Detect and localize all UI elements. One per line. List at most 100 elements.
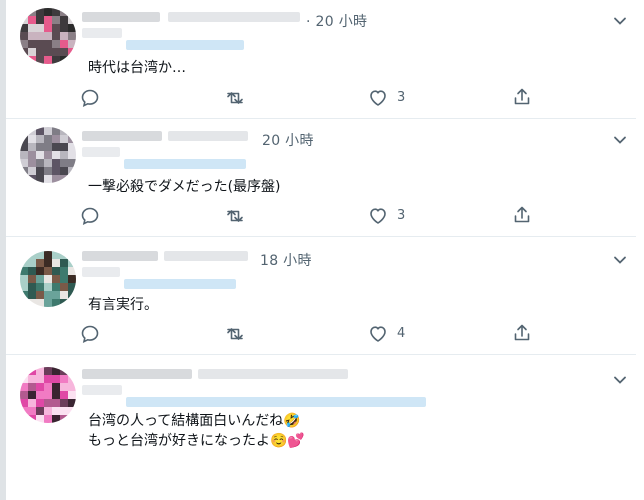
avatar[interactable] bbox=[20, 8, 76, 64]
blurred-reply-to-link bbox=[126, 397, 426, 407]
avatar-pixel bbox=[68, 16, 76, 24]
reply-icon[interactable] bbox=[80, 324, 100, 344]
like-count: 4 bbox=[397, 326, 406, 341]
reply-text: 有言実行。 bbox=[88, 297, 158, 313]
avatar-pixel bbox=[36, 407, 44, 415]
share-icon[interactable] bbox=[512, 323, 532, 343]
avatar-pixel bbox=[36, 283, 44, 291]
avatar-pixel bbox=[44, 167, 52, 175]
avatar-pixel bbox=[20, 24, 28, 32]
avatar-pixel bbox=[36, 415, 44, 423]
avatar-pixel bbox=[68, 32, 76, 40]
blurred-reply-to-label bbox=[82, 28, 122, 38]
avatar-pixel bbox=[28, 275, 36, 283]
avatar-pixel bbox=[60, 383, 68, 391]
reply-card[interactable]: 18 小時 有言実行。 bbox=[6, 237, 640, 354]
avatar-pixel bbox=[60, 283, 68, 291]
reply-card[interactable]: 20 小時 一撃必殺でダメだった(最序盤) bbox=[6, 119, 640, 236]
avatar-pixel bbox=[60, 259, 68, 267]
avatar-pixel bbox=[52, 56, 60, 64]
avatar-pixel bbox=[52, 299, 60, 307]
avatar-pixel bbox=[68, 375, 76, 383]
reply-card[interactable]: 台湾の人って結構面白いんだね🤣 もっと台湾が好きになったよ☺️💕 bbox=[6, 355, 640, 500]
avatar-pixel bbox=[36, 391, 44, 399]
avatar-pixel bbox=[28, 375, 36, 383]
avatar-pixel bbox=[36, 251, 44, 259]
avatar-pixel bbox=[44, 135, 52, 143]
avatar-pixel bbox=[20, 399, 28, 407]
retweet-icon[interactable] bbox=[224, 206, 246, 226]
like-icon[interactable] bbox=[368, 206, 388, 226]
avatar-pixel bbox=[44, 407, 52, 415]
share-icon[interactable] bbox=[512, 87, 532, 107]
blurred-reply-to-label bbox=[82, 147, 120, 157]
avatar-pixel bbox=[20, 259, 28, 267]
avatar-pixel bbox=[36, 267, 44, 275]
avatar-pixel bbox=[20, 375, 28, 383]
avatar-pixel bbox=[68, 275, 76, 283]
avatar-pixel bbox=[44, 159, 52, 167]
avatar-pixel bbox=[52, 32, 60, 40]
avatar-pixel bbox=[44, 283, 52, 291]
reply-card[interactable]: · 20 小時 時代は台湾か… bbox=[6, 0, 640, 118]
chevron-down-icon[interactable] bbox=[613, 133, 627, 147]
avatar-pixel bbox=[68, 399, 76, 407]
avatar-pixel bbox=[68, 383, 76, 391]
chevron-down-icon[interactable] bbox=[613, 373, 627, 387]
reply-icon[interactable] bbox=[80, 88, 100, 108]
timestamp[interactable]: 18 小時 bbox=[260, 250, 312, 270]
avatar[interactable] bbox=[20, 367, 76, 423]
avatar-pixel bbox=[60, 407, 68, 415]
chevron-down-icon[interactable] bbox=[613, 14, 627, 28]
avatar-pixel bbox=[68, 167, 76, 175]
avatar-pixel bbox=[20, 56, 28, 64]
avatar-pixel bbox=[44, 259, 52, 267]
avatar[interactable] bbox=[20, 127, 76, 183]
avatar-pixel bbox=[20, 151, 28, 159]
avatar-pixel bbox=[36, 367, 44, 375]
avatar-pixel bbox=[44, 40, 52, 48]
avatar-pixel bbox=[44, 24, 52, 32]
avatar-pixel bbox=[20, 367, 28, 375]
blurred-display-name bbox=[82, 251, 158, 261]
timestamp[interactable]: 20 小時 bbox=[262, 130, 314, 150]
retweet-icon[interactable] bbox=[224, 88, 246, 108]
avatar-pixel bbox=[28, 40, 36, 48]
avatar-pixel bbox=[52, 16, 60, 24]
avatar-pixel bbox=[20, 299, 28, 307]
avatar-pixel bbox=[20, 48, 28, 56]
avatar-pixel bbox=[60, 167, 68, 175]
like-icon[interactable] bbox=[368, 88, 388, 108]
share-icon[interactable] bbox=[512, 205, 532, 225]
avatar-pixel bbox=[36, 399, 44, 407]
avatar-pixel bbox=[60, 48, 68, 56]
avatar-pixel bbox=[28, 283, 36, 291]
avatar-pixel bbox=[36, 127, 44, 135]
avatar-pixel bbox=[28, 16, 36, 24]
avatar-pixel bbox=[36, 40, 44, 48]
chevron-down-icon[interactable] bbox=[613, 253, 627, 267]
like-icon[interactable] bbox=[368, 324, 388, 344]
avatar-pixel bbox=[52, 291, 60, 299]
avatar-pixel bbox=[68, 283, 76, 291]
reply-text: 一撃必殺でダメだった(最序盤) bbox=[88, 179, 281, 195]
avatar-pixel bbox=[20, 167, 28, 175]
avatar-pixel bbox=[44, 16, 52, 24]
avatar-pixel bbox=[28, 48, 36, 56]
avatar-pixel bbox=[20, 291, 28, 299]
retweet-icon[interactable] bbox=[224, 324, 246, 344]
reply-icon[interactable] bbox=[80, 206, 100, 226]
avatar-pixel bbox=[20, 143, 28, 151]
avatar[interactable] bbox=[20, 251, 76, 307]
avatar-pixel bbox=[52, 259, 60, 267]
avatar-pixel bbox=[60, 159, 68, 167]
avatar-pixel bbox=[36, 259, 44, 267]
avatar-pixel bbox=[68, 159, 76, 167]
avatar-pixel bbox=[60, 151, 68, 159]
avatar-pixel bbox=[60, 143, 68, 151]
avatar-pixel bbox=[60, 24, 68, 32]
avatar-pixel bbox=[44, 56, 52, 64]
timestamp[interactable]: · 20 小時 bbox=[306, 11, 367, 31]
avatar-pixel bbox=[68, 24, 76, 32]
avatar-pixel bbox=[60, 267, 68, 275]
